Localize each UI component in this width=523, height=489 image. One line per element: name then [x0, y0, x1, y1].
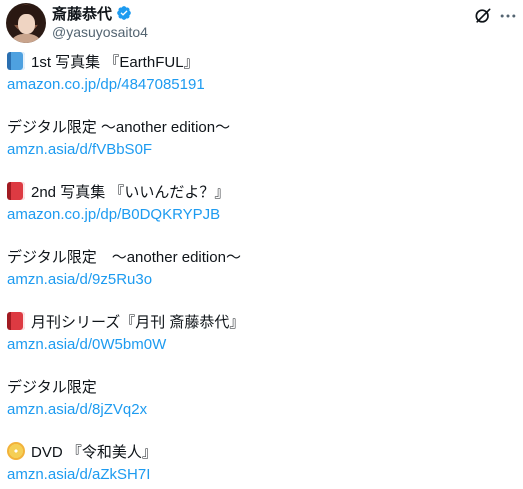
section-title: デジタル限定	[7, 379, 97, 396]
display-name[interactable]: 斎藤恭代	[52, 3, 112, 24]
grok-icon[interactable]	[473, 6, 493, 26]
post-text: 1st 写真集 『EarthFUL』 amazon.co.jp/dp/48470…	[7, 52, 517, 486]
section-title: デジタル限定 ～another edition～	[7, 249, 241, 266]
product-link[interactable]: amzn.asia/d/9z5Ru3o	[7, 269, 517, 291]
section-title: 2nd 写真集 『いいんだよ？』	[7, 182, 517, 204]
verified-badge-icon	[117, 6, 131, 20]
product-link[interactable]: amzn.asia/d/fVBbS0F	[7, 139, 517, 161]
post-header: 斎藤恭代 @yasuyosaito4	[0, 0, 523, 44]
author-name-row: 斎藤恭代	[52, 3, 132, 23]
product-link[interactable]: amazon.co.jp/dp/B0DQKRYPJB	[7, 204, 517, 226]
dvd-emoji	[7, 442, 25, 460]
product-link[interactable]: amzn.asia/d/8jZVq2x	[7, 399, 517, 421]
red-book-emoji	[7, 182, 25, 200]
section-title: 1st 写真集 『EarthFUL』	[7, 52, 517, 74]
section-title: デジタル限定 ～another edition～	[7, 119, 231, 136]
section-title: DVD 『令和美人』	[7, 442, 517, 464]
avatar[interactable]	[6, 3, 46, 43]
author-handle[interactable]: @yasuyosaito4	[52, 24, 148, 40]
product-link[interactable]: amzn.asia/d/aZkSH7I	[7, 464, 517, 486]
product-link[interactable]: amazon.co.jp/dp/4847085191	[7, 74, 517, 96]
more-options-icon[interactable]	[498, 6, 518, 26]
section-title: 月刊シリーズ『月刊 斎藤恭代』	[7, 312, 517, 334]
red-book-emoji	[7, 312, 25, 330]
blue-book-emoji	[7, 52, 25, 70]
product-link[interactable]: amzn.asia/d/0W5bm0W	[7, 334, 517, 356]
